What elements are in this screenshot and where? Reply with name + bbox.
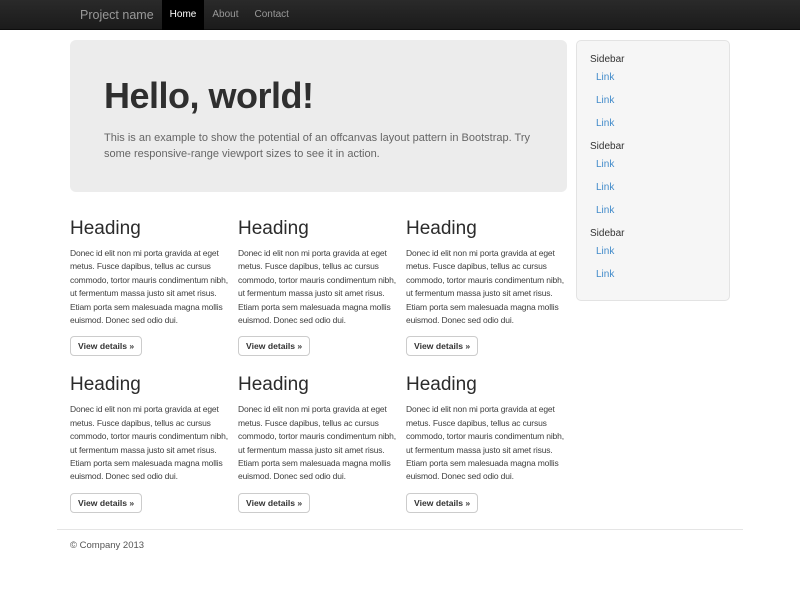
card: Heading Donec id elit non mi porta gravi… — [406, 374, 566, 512]
copyright-text: © Company 2013 — [70, 540, 730, 551]
sidebar: Sidebar Link Link Link Sidebar Link Link… — [576, 40, 730, 301]
nav-link-home[interactable]: Home — [162, 0, 205, 30]
card-body-text: Donec id elit non mi porta gravida at eg… — [406, 247, 566, 327]
view-details-button[interactable]: View details » — [238, 336, 310, 356]
sidebar-group-3: Sidebar Link Link — [577, 228, 729, 280]
main-column: Hello, world! This is an example to show… — [70, 40, 567, 513]
view-details-button[interactable]: View details » — [70, 493, 142, 513]
sidebar-link[interactable]: Link — [577, 159, 729, 170]
nav-item-home[interactable]: Home — [162, 0, 205, 30]
view-details-button[interactable]: View details » — [406, 493, 478, 513]
card-body-text: Donec id elit non mi porta gravida at eg… — [70, 247, 230, 327]
footer: © Company 2013 — [57, 529, 743, 551]
cards-row-1: Heading Donec id elit non mi porta gravi… — [70, 218, 567, 356]
navbar-menu: Home About Contact — [162, 0, 297, 30]
card-heading: Heading — [238, 218, 398, 240]
content-row: Hello, world! This is an example to show… — [57, 40, 743, 513]
card: Heading Donec id elit non mi porta gravi… — [238, 374, 398, 512]
card-body-text: Donec id elit non mi porta gravida at eg… — [70, 403, 230, 483]
nav-item-about[interactable]: About — [204, 0, 246, 30]
sidebar-link[interactable]: Link — [577, 269, 729, 280]
sidebar-link[interactable]: Link — [577, 246, 729, 257]
jumbotron-description: This is an example to show the potential… — [104, 130, 533, 162]
card-body-text: Donec id elit non mi porta gravida at eg… — [238, 247, 398, 327]
card-heading: Heading — [70, 218, 230, 240]
nav-item-contact[interactable]: Contact — [246, 0, 296, 30]
card-heading: Heading — [238, 374, 398, 396]
card: Heading Donec id elit non mi porta gravi… — [70, 218, 230, 356]
footer-divider — [57, 529, 743, 530]
card: Heading Donec id elit non mi porta gravi… — [406, 218, 566, 356]
sidebar-group-title: Sidebar — [577, 54, 729, 65]
navbar-inner: Project name Home About Contact — [70, 0, 730, 30]
card-body-text: Donec id elit non mi porta gravida at eg… — [238, 403, 398, 483]
page-container: Hello, world! This is an example to show… — [57, 40, 743, 551]
cards-row-2: Heading Donec id elit non mi porta gravi… — [70, 374, 567, 512]
page-title: Hello, world! — [104, 75, 533, 117]
sidebar-group-title: Sidebar — [577, 228, 729, 239]
card-heading: Heading — [70, 374, 230, 396]
sidebar-link[interactable]: Link — [577, 95, 729, 106]
sidebar-group-1: Sidebar Link Link Link — [577, 54, 729, 129]
navbar-brand[interactable]: Project name — [70, 0, 154, 30]
card-heading: Heading — [406, 374, 566, 396]
nav-link-contact[interactable]: Contact — [246, 0, 296, 30]
sidebar-link[interactable]: Link — [577, 72, 729, 83]
view-details-button[interactable]: View details » — [406, 336, 478, 356]
sidebar-group-2: Sidebar Link Link Link — [577, 141, 729, 216]
card-heading: Heading — [406, 218, 566, 240]
sidebar-link[interactable]: Link — [577, 118, 729, 129]
view-details-button[interactable]: View details » — [238, 493, 310, 513]
sidebar-link[interactable]: Link — [577, 205, 729, 216]
view-details-button[interactable]: View details » — [70, 336, 142, 356]
sidebar-group-title: Sidebar — [577, 141, 729, 152]
card: Heading Donec id elit non mi porta gravi… — [70, 374, 230, 512]
card: Heading Donec id elit non mi porta gravi… — [238, 218, 398, 356]
sidebar-link[interactable]: Link — [577, 182, 729, 193]
top-navbar: Project name Home About Contact — [0, 0, 800, 30]
jumbotron: Hello, world! This is an example to show… — [70, 40, 567, 192]
card-body-text: Donec id elit non mi porta gravida at eg… — [406, 403, 566, 483]
nav-link-about[interactable]: About — [204, 0, 246, 30]
